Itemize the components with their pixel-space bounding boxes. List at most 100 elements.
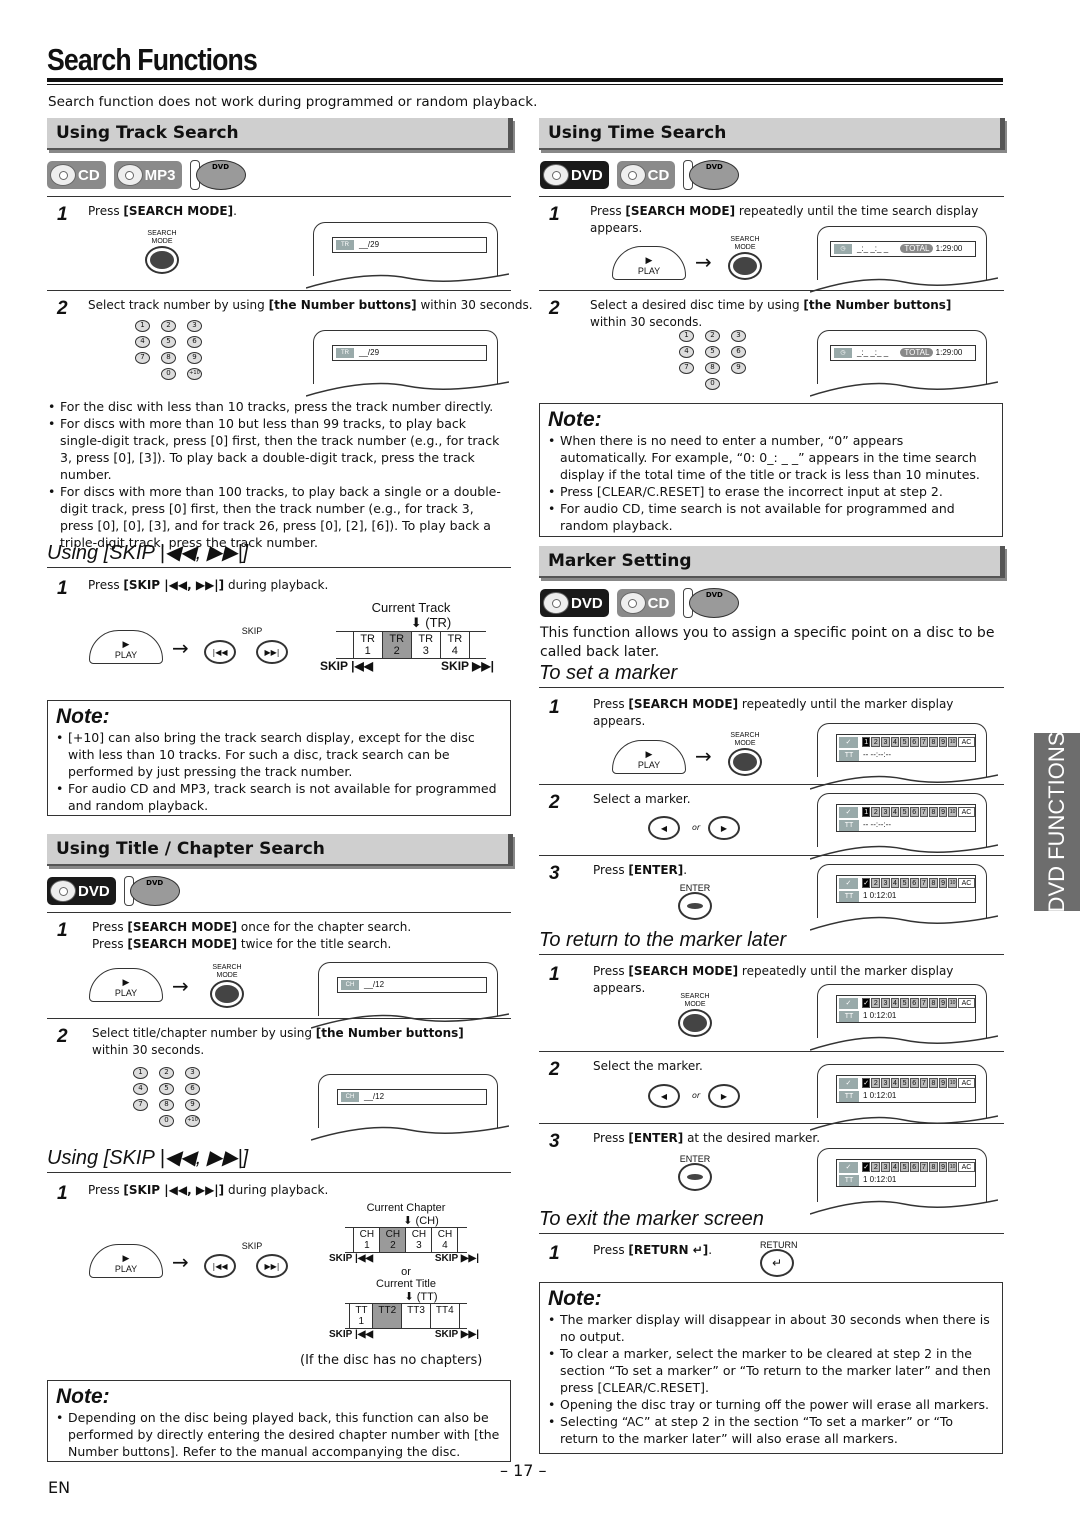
title-rule — [47, 78, 1003, 82]
left-arrow-button[interactable]: ◀ — [648, 816, 680, 840]
number-button[interactable]: 2 — [705, 330, 720, 342]
search-mode-button[interactable]: SEARCH MODE — [210, 964, 244, 1008]
title-cell: TT 1 — [349, 1304, 372, 1328]
skip-forward-button[interactable]: ▶▶| — [256, 1254, 288, 1278]
play-button[interactable]: ▶ PLAY — [89, 630, 163, 664]
plus10-button[interactable]: +10 — [185, 1115, 200, 1127]
marker-slot: 8 — [929, 1161, 938, 1172]
number-button[interactable]: 1 — [135, 320, 150, 332]
tt-label: TT — [839, 819, 859, 831]
note-title: Note: — [548, 1287, 602, 1310]
number-button[interactable]: 9 — [731, 362, 746, 374]
search-mode-button[interactable]: SEARCH MODE — [145, 230, 179, 274]
number-button[interactable]: 1 — [679, 330, 694, 342]
number-button[interactable]: 5 — [705, 346, 720, 358]
number-button[interactable]: 8 — [159, 1099, 174, 1111]
play-button[interactable]: ▶ PLAY — [612, 246, 686, 280]
marker-slot: 6 — [909, 1161, 919, 1172]
arrow-right-icon: → — [172, 636, 189, 660]
marker-slot: 7 — [919, 877, 929, 888]
number-button[interactable]: 2 — [159, 1067, 174, 1079]
marker-slot: 8 — [929, 877, 938, 888]
skip-back-button[interactable]: |◀◀ — [204, 640, 236, 664]
number-button[interactable]: 9 — [185, 1099, 200, 1111]
marker-bar: ✓ ✓ 2 3 4 5 6 7 8 9 10 AC TT 1 0:12:01 — [836, 995, 976, 1023]
search-mode-button[interactable]: SEARCH MODE — [678, 993, 712, 1037]
number-button[interactable]: 9 — [187, 352, 202, 364]
number-button[interactable]: 3 — [185, 1067, 200, 1079]
search-mode-button[interactable]: SEARCH MODE — [728, 236, 762, 280]
cd-disc-icon: CD — [616, 161, 676, 189]
step-number: 3 — [549, 1131, 560, 1152]
marker-time: 1 0:12:01 — [863, 1091, 897, 1100]
return-icon: ↵ — [760, 1249, 794, 1277]
skip-forward-button[interactable]: ▶▶| — [256, 640, 288, 664]
marker-slot: 6 — [909, 1077, 919, 1088]
return-button[interactable]: RETURN ↵ — [760, 1241, 798, 1277]
check-icon: ✓ — [839, 877, 858, 889]
exit-marker-heading: To exit the marker screen — [539, 1208, 1004, 1234]
number-buttons: 1 2 3 4 5 6 7 8 9 0 — [679, 330, 753, 390]
plus10-button[interactable]: +10 — [187, 368, 202, 380]
page-title: Search Functions — [47, 42, 258, 77]
divider — [539, 784, 1004, 785]
marker-slot: 9 — [938, 1077, 948, 1088]
step-number: 2 — [549, 298, 560, 319]
number-button[interactable]: 4 — [133, 1083, 148, 1095]
marker-slot: 8 — [929, 806, 938, 817]
tv-screen-display: CH __/12 — [311, 962, 509, 1029]
arrow-right-icon: → — [172, 1250, 189, 1274]
tt-label: TT — [839, 890, 859, 902]
marker-display: ✓ ✓ 2 3 4 5 6 7 8 9 10 AC TT 1 0:12:01 — [810, 864, 998, 931]
number-button[interactable]: 6 — [187, 336, 202, 348]
bullet: For audio CD and MP3, track search is no… — [56, 780, 502, 814]
marker-bar: ✓ 1 2 3 4 5 6 7 8 9 10 AC TT -- --:--:-- — [836, 734, 976, 762]
number-button[interactable]: 0 — [705, 378, 720, 390]
or-label: or — [692, 823, 701, 832]
no-chapters-note: (If the disc has no chapters) — [300, 1353, 483, 1368]
number-button[interactable]: 2 — [161, 320, 176, 332]
divider — [539, 1051, 1004, 1052]
mp3-disc-icon: MP3 — [113, 161, 182, 189]
marker-slot: 9 — [938, 877, 948, 888]
number-button[interactable]: 3 — [187, 320, 202, 332]
skip-back-label: SKIP |◀◀ — [329, 1253, 374, 1264]
left-arrow-button[interactable]: ◀ — [648, 1084, 680, 1108]
step-text: Press [SEARCH MODE] once for the chapter… — [92, 920, 412, 951]
current-chapter-label: Current Chapter — [366, 1202, 446, 1214]
number-button[interactable]: 0 — [159, 1115, 174, 1127]
number-button[interactable]: 1 — [133, 1067, 148, 1079]
search-mode-button[interactable]: SEARCH MODE — [728, 732, 762, 776]
number-button[interactable]: 7 — [679, 362, 694, 374]
track-sequence: Current Track ⬇ (TR) TR 1 TR 2 TR 3 TR 4… — [320, 600, 494, 673]
number-button[interactable]: 6 — [731, 346, 746, 358]
number-button[interactable]: 6 — [185, 1083, 200, 1095]
marker-slot: 5 — [900, 997, 909, 1008]
note-box: Note: [+10] can also bring the track sea… — [47, 700, 511, 816]
number-button[interactable]: 4 — [135, 336, 150, 348]
skip-back-button[interactable]: |◀◀ — [204, 1254, 236, 1278]
marker-slot: 6 — [909, 877, 919, 888]
number-button[interactable]: 5 — [161, 336, 176, 348]
number-button[interactable]: 3 — [731, 330, 746, 342]
number-button[interactable]: 8 — [705, 362, 720, 374]
play-button[interactable]: ▶ PLAY — [89, 1244, 163, 1278]
number-button[interactable]: 4 — [679, 346, 694, 358]
time-search-heading: Using Time Search — [539, 118, 1005, 150]
play-button[interactable]: ▶ PLAY — [89, 968, 163, 1002]
right-arrow-button[interactable]: ▶ — [708, 1084, 740, 1108]
marker-slot: 4 — [890, 806, 900, 817]
number-button[interactable]: 0 — [161, 368, 176, 380]
number-button[interactable]: 7 — [135, 352, 150, 364]
current-track-abbr: ⬇ (TR) — [410, 615, 452, 630]
current-track-label: Current Track — [371, 600, 451, 615]
enter-button[interactable]: ENTER — [678, 884, 712, 920]
right-arrow-button[interactable]: ▶ — [708, 816, 740, 840]
number-button[interactable]: 5 — [159, 1083, 174, 1095]
divider — [47, 1018, 511, 1019]
step-text: Select track number by using [the Number… — [88, 298, 533, 312]
play-button[interactable]: ▶ PLAY — [612, 740, 686, 774]
number-button[interactable]: 7 — [133, 1099, 148, 1111]
number-button[interactable]: 8 — [161, 352, 176, 364]
enter-button[interactable]: ENTER — [678, 1155, 712, 1191]
